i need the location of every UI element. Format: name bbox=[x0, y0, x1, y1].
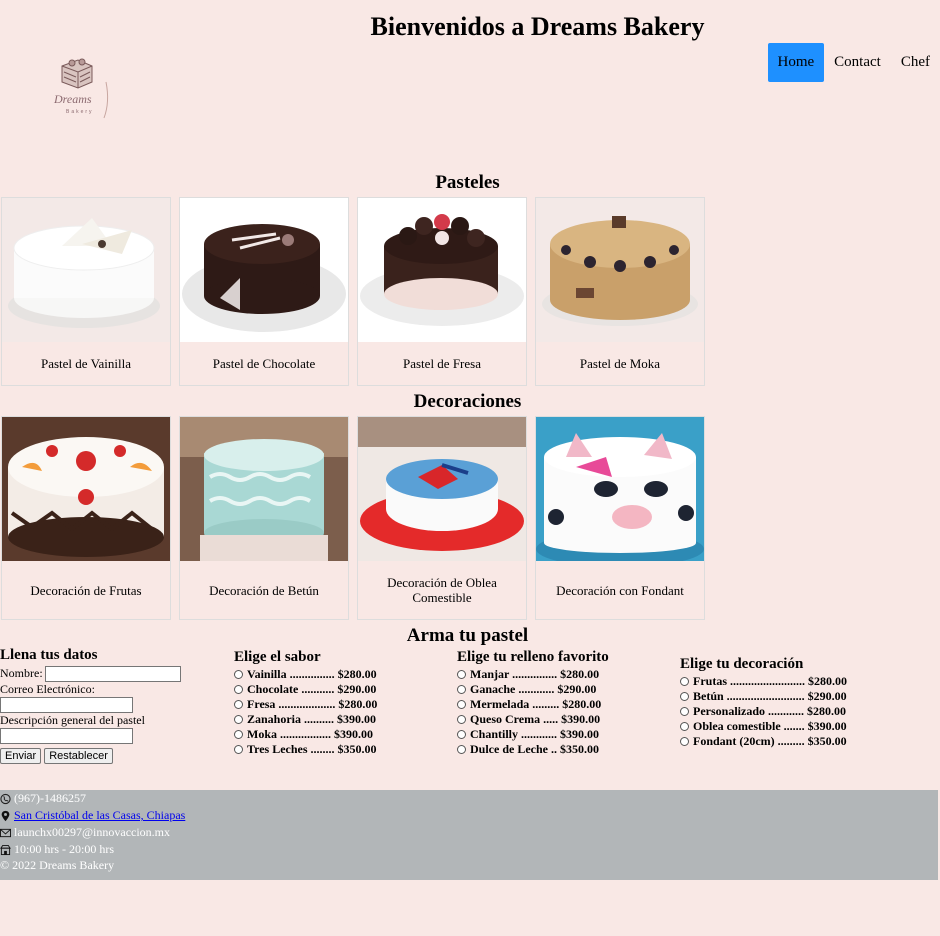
sabor-option[interactable]: Zanahoria .......... $390.00 bbox=[234, 712, 377, 727]
radio-button[interactable] bbox=[680, 707, 689, 716]
chocolate-cake-image bbox=[180, 198, 348, 342]
nav-chef[interactable]: Chef bbox=[891, 43, 940, 82]
radio-button[interactable] bbox=[680, 737, 689, 746]
relleno-group: Elige tu relleno favorito Manjar .......… bbox=[457, 649, 609, 757]
radio-button[interactable] bbox=[457, 700, 466, 709]
frosting-decoration-image bbox=[180, 417, 348, 561]
fruit-decoration-image bbox=[2, 417, 170, 561]
decoration-card-fondant[interactable]: Decoración con Fondant bbox=[535, 416, 705, 620]
phone-icon bbox=[0, 793, 11, 804]
decoration-caption: Decoración con Fondant bbox=[556, 582, 684, 598]
sabor-option[interactable]: Tres Leches ........ $350.00 bbox=[234, 742, 377, 757]
decoraciones-grid: Decoración de Frutas Decoración de Betún… bbox=[1, 416, 705, 620]
correo-input[interactable] bbox=[0, 697, 133, 713]
datos-form: Llena tus datos Nombre: Correo Electróni… bbox=[0, 647, 220, 764]
cake-caption: Pastel de Moka bbox=[579, 356, 661, 371]
envelope-icon bbox=[0, 828, 11, 837]
vanilla-cake-image bbox=[2, 198, 170, 342]
sabor-option[interactable]: Chocolate ........... $290.00 bbox=[234, 682, 377, 697]
sabor-option[interactable]: Vainilla ............... $280.00 bbox=[234, 667, 377, 682]
sabor-option[interactable]: Moka ................. $390.00 bbox=[234, 727, 377, 742]
decoration-caption: Decoración de Betún bbox=[209, 582, 319, 598]
radio-button[interactable] bbox=[234, 685, 243, 694]
decoracion-option[interactable]: Frutas ......................... $280.00 bbox=[680, 674, 847, 689]
copyright: © 2022 Dreams Bakery bbox=[0, 858, 115, 872]
radio-button[interactable] bbox=[234, 700, 243, 709]
cake-card-vainilla[interactable]: Pastel de Vainilla bbox=[1, 197, 171, 386]
sabor-heading: Elige el sabor bbox=[234, 649, 321, 665]
decoration-caption: Decoración de Frutas bbox=[30, 582, 142, 598]
fondant-decoration-image bbox=[536, 417, 704, 561]
radio-button[interactable] bbox=[680, 677, 689, 686]
correo-label: Correo Electrónico: bbox=[0, 682, 95, 696]
relleno-option[interactable]: Dulce de Leche .. $350.00 bbox=[457, 742, 609, 757]
decoracion-heading: Elige tu decoración bbox=[680, 656, 804, 672]
decoration-card-frutas[interactable]: Decoración de Frutas bbox=[1, 416, 171, 620]
page-title: Bienvenidos a Dreams Bakery bbox=[370, 12, 705, 41]
footer-email: launchx00297@innovaccion.mx bbox=[0, 824, 938, 841]
cake-caption: Pastel de Fresa bbox=[403, 356, 481, 371]
radio-button[interactable] bbox=[457, 730, 466, 739]
bakery-logo: Dreams Bakery bbox=[48, 52, 116, 122]
cake-card-fresa[interactable]: Pastel de Fresa bbox=[357, 197, 527, 386]
decoration-card-betun[interactable]: Decoración de Betún bbox=[179, 416, 349, 620]
enviar-button[interactable]: Enviar bbox=[0, 748, 42, 764]
strawberry-cake-image bbox=[358, 198, 526, 342]
footer-hours: 10:00 hrs - 20:00 hrs bbox=[0, 841, 938, 858]
section-title-pasteles: Pasteles bbox=[435, 172, 500, 193]
restablecer-button[interactable]: Restablecer bbox=[44, 748, 113, 764]
cake-card-chocolate[interactable]: Pastel de Chocolate bbox=[179, 197, 349, 386]
nav-home[interactable]: Home bbox=[767, 43, 825, 82]
relleno-option[interactable]: Ganache ............ $290.00 bbox=[457, 682, 609, 697]
radio-button[interactable] bbox=[457, 745, 466, 754]
radio-button[interactable] bbox=[680, 692, 689, 701]
datos-heading: Llena tus datos bbox=[0, 647, 98, 663]
decoration-card-oblea[interactable]: Decoración de Oblea Comestible bbox=[357, 416, 527, 620]
radio-button[interactable] bbox=[457, 715, 466, 724]
nombre-input[interactable] bbox=[44, 665, 181, 682]
address-link[interactable]: San Cristóbal de las Casas, Chiapas bbox=[14, 808, 185, 823]
decoration-caption: Decoración de Oblea Comestible bbox=[387, 575, 497, 605]
sabor-group: Elige el sabor Vainilla ............... … bbox=[234, 649, 377, 757]
edible-wafer-decoration-image bbox=[358, 417, 526, 561]
svg-text:Bakery: Bakery bbox=[66, 109, 94, 115]
store-icon bbox=[0, 844, 11, 855]
radio-button[interactable] bbox=[457, 685, 466, 694]
footer-address: San Cristóbal de las Casas, Chiapas bbox=[0, 807, 938, 824]
cake-caption: Pastel de Chocolate bbox=[212, 356, 316, 371]
radio-button[interactable] bbox=[234, 670, 243, 679]
relleno-heading: Elige tu relleno favorito bbox=[457, 649, 609, 665]
main-nav: Home Contact Chef bbox=[767, 43, 940, 82]
decoracion-option[interactable]: Personalizado ............ $280.00 bbox=[680, 704, 847, 719]
mocha-cake-image bbox=[536, 198, 704, 342]
descripcion-input[interactable] bbox=[0, 728, 133, 744]
radio-button[interactable] bbox=[234, 730, 243, 739]
svg-text:Dreams: Dreams bbox=[53, 92, 92, 106]
nav-contact[interactable]: Contact bbox=[824, 43, 891, 82]
relleno-option[interactable]: Queso Crema ..... $390.00 bbox=[457, 712, 609, 727]
descripcion-label: Descripción general del pastel bbox=[0, 713, 145, 727]
footer-phone: (967)-1486257 bbox=[0, 790, 938, 807]
site-footer: (967)-1486257 San Cristóbal de las Casas… bbox=[0, 790, 938, 880]
decoracion-option[interactable]: Betún .......................... $290.00 bbox=[680, 689, 847, 704]
decoracion-option[interactable]: Fondant (20cm) ......... $350.00 bbox=[680, 734, 847, 749]
cake-card-moka[interactable]: Pastel de Moka bbox=[535, 197, 705, 386]
relleno-option[interactable]: Manjar ............... $280.00 bbox=[457, 667, 609, 682]
radio-button[interactable] bbox=[234, 715, 243, 724]
map-pin-icon bbox=[1, 810, 10, 821]
radio-button[interactable] bbox=[234, 745, 243, 754]
decoracion-group: Elige tu decoración Frutas .............… bbox=[680, 656, 847, 749]
cake-caption: Pastel de Vainilla bbox=[40, 356, 132, 371]
section-title-arma-tu-pastel: Arma tu pastel bbox=[406, 625, 529, 646]
sabor-option[interactable]: Fresa ................... $280.00 bbox=[234, 697, 377, 712]
nombre-label: Nombre: bbox=[0, 666, 43, 680]
decoracion-option[interactable]: Oblea comestible ....... $390.00 bbox=[680, 719, 847, 734]
relleno-option[interactable]: Chantilly ............ $390.00 bbox=[457, 727, 609, 742]
pasteles-grid: Pastel de Vainilla Pastel de Chocolate P… bbox=[1, 197, 705, 386]
radio-button[interactable] bbox=[457, 670, 466, 679]
section-title-decoraciones: Decoraciones bbox=[413, 391, 522, 412]
radio-button[interactable] bbox=[680, 722, 689, 731]
relleno-option[interactable]: Mermelada ......... $280.00 bbox=[457, 697, 609, 712]
